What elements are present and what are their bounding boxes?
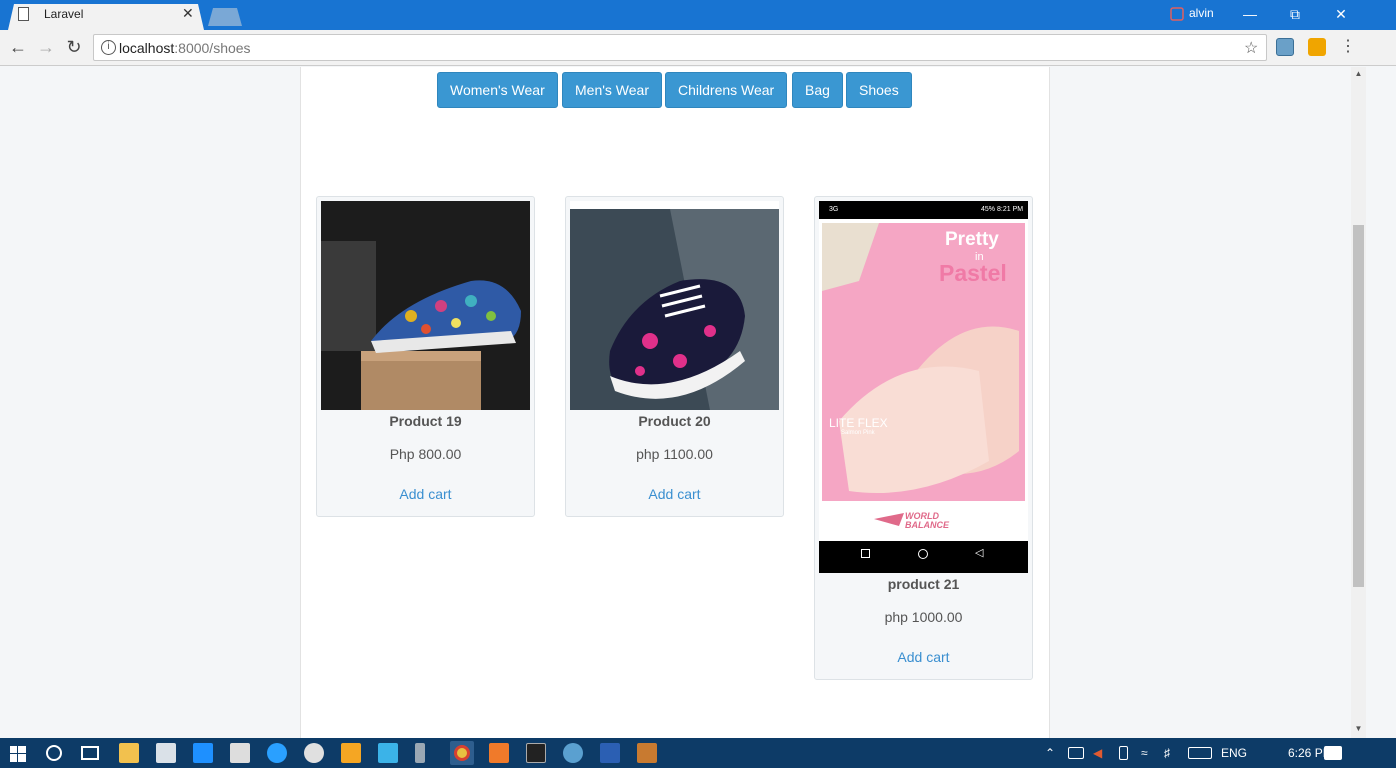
product-20-photo bbox=[570, 201, 779, 410]
minimize-button[interactable]: — bbox=[1227, 4, 1273, 26]
promo-headline-3: Pastel bbox=[939, 260, 1007, 286]
new-tab-button[interactable] bbox=[208, 8, 242, 26]
keyboard-tray-icon[interactable] bbox=[1188, 747, 1212, 759]
add-cart-link[interactable]: Add cart bbox=[815, 649, 1032, 665]
audio-app-icon[interactable] bbox=[415, 743, 425, 763]
volume-tray-icon[interactable]: ♯ bbox=[1164, 746, 1170, 760]
calculator-icon[interactable] bbox=[230, 743, 250, 763]
category-button-bag[interactable]: Bag bbox=[792, 72, 843, 108]
add-cart-link[interactable]: Add cart bbox=[317, 486, 534, 502]
product-price: php 1000.00 bbox=[884, 609, 963, 625]
promo-headline-1: Pretty bbox=[945, 229, 999, 250]
category-button-mens-wear[interactable]: Men's Wear bbox=[562, 72, 662, 108]
download-extension-icon[interactable] bbox=[1308, 38, 1326, 56]
category-button-shoes[interactable]: Shoes bbox=[846, 72, 912, 108]
tray-expand-icon[interactable]: ⌃ bbox=[1045, 746, 1055, 760]
url-text[interactable]: localhost:8000/shoes bbox=[119, 40, 251, 56]
product-card: 3G 45% 8:21 PM Pretty in Pastel LITE FLE… bbox=[814, 196, 1033, 680]
language-indicator[interactable]: ENG bbox=[1221, 746, 1247, 760]
scrollbar-thumb[interactable] bbox=[1353, 225, 1364, 587]
title-bar: Laravel ✕ alvin — ⧉ ✕ bbox=[0, 0, 1396, 30]
browser-menu-icon[interactable]: ⋮ bbox=[1336, 36, 1360, 60]
android-back-icon: ◁ bbox=[975, 547, 984, 559]
paint-icon[interactable] bbox=[304, 743, 324, 763]
forward-arrow-icon[interactable]: → bbox=[34, 36, 58, 60]
windows-start-icon[interactable] bbox=[10, 746, 26, 762]
product-19-photo bbox=[321, 201, 530, 410]
back-arrow-icon[interactable]: ← bbox=[6, 36, 30, 60]
product-card: Product 20 php 1100.00 Add cart bbox=[565, 196, 784, 517]
teamviewer-icon[interactable] bbox=[378, 743, 398, 763]
product-image[interactable] bbox=[321, 201, 530, 410]
user-profile-icon[interactable] bbox=[1170, 7, 1184, 21]
word-icon[interactable] bbox=[600, 743, 620, 763]
sublime-icon[interactable] bbox=[637, 743, 657, 763]
category-button-childrens-wear[interactable]: Childrens Wear bbox=[665, 72, 788, 108]
bookmark-star-icon[interactable]: ☆ bbox=[1244, 38, 1258, 58]
close-window-button[interactable]: ✕ bbox=[1318, 4, 1364, 26]
site-info-icon[interactable]: i bbox=[101, 40, 116, 55]
windows-taskbar: ⌃ ◀ ≈ ♯ ENG 6:26 PM bbox=[0, 738, 1396, 768]
scroll-down-icon[interactable]: ▼ bbox=[1353, 724, 1364, 736]
category-button-womens-wear[interactable]: Women's Wear bbox=[437, 72, 558, 108]
product-card: Product 19 Php 800.00 Add cart bbox=[316, 196, 535, 517]
store-icon[interactable] bbox=[156, 743, 176, 763]
app-icon[interactable] bbox=[563, 743, 583, 763]
messenger-icon[interactable] bbox=[267, 743, 287, 763]
status-bar-time: 8:21 PM bbox=[997, 206, 1024, 213]
add-cart-link[interactable]: Add cart bbox=[566, 486, 783, 502]
url-path: :8000/shoes bbox=[174, 40, 251, 56]
product-image[interactable] bbox=[570, 201, 779, 410]
status-bar-network: 3G bbox=[829, 206, 839, 213]
url-host: localhost bbox=[119, 40, 175, 56]
product-price: php 1100.00 bbox=[636, 446, 713, 462]
brand-logo-text: WORLD BALANCE bbox=[905, 511, 949, 530]
browser-toolbar: ← → ↻ i localhost:8000/shoes ☆ ⋮ bbox=[0, 30, 1396, 66]
media-player-icon[interactable] bbox=[341, 743, 361, 763]
page-icon bbox=[18, 7, 29, 21]
tab-title: Laravel bbox=[44, 7, 84, 21]
product-name: Product 19 bbox=[389, 413, 462, 429]
file-explorer-icon[interactable] bbox=[119, 743, 139, 763]
profile-username[interactable]: alvin bbox=[1189, 6, 1214, 20]
promo-product-subtitle: Salmon Pink bbox=[841, 430, 875, 436]
android-home-icon bbox=[918, 549, 928, 559]
edge-icon[interactable] bbox=[193, 743, 213, 763]
page-scrollbar[interactable]: ▲ ▼ bbox=[1351, 67, 1366, 738]
promo-product-title: LITE FLEX bbox=[829, 416, 888, 430]
network-tray-icon[interactable]: ≈ bbox=[1141, 746, 1148, 760]
reload-icon[interactable]: ↻ bbox=[62, 36, 86, 60]
page-content: Women's Wear Men's Wear Childrens Wear B… bbox=[0, 67, 1351, 738]
command-prompt-icon[interactable] bbox=[526, 743, 546, 763]
cortana-search-icon[interactable] bbox=[46, 745, 62, 761]
product-name: product 21 bbox=[887, 576, 960, 592]
xampp-icon[interactable] bbox=[489, 743, 509, 763]
restore-button[interactable]: ⧉ bbox=[1272, 4, 1318, 26]
task-view-icon[interactable] bbox=[81, 746, 99, 760]
scroll-up-icon[interactable]: ▲ bbox=[1353, 69, 1364, 81]
action-center-icon[interactable] bbox=[1324, 746, 1342, 760]
android-recent-icon bbox=[861, 549, 870, 558]
browser-tab[interactable] bbox=[8, 4, 204, 30]
address-bar[interactable]: i localhost:8000/shoes ☆ bbox=[93, 34, 1267, 61]
product-price: Php 800.00 bbox=[389, 446, 462, 462]
battery-tray-icon[interactable] bbox=[1068, 747, 1084, 759]
product-name: Product 20 bbox=[638, 413, 711, 429]
tab-close-icon[interactable]: ✕ bbox=[182, 5, 194, 22]
usb-tray-icon[interactable] bbox=[1119, 746, 1128, 760]
status-bar-battery: 45% bbox=[981, 206, 996, 213]
extension-icon[interactable] bbox=[1276, 38, 1294, 56]
avast-tray-icon[interactable]: ◀ bbox=[1093, 746, 1102, 760]
chrome-icon bbox=[454, 745, 470, 761]
